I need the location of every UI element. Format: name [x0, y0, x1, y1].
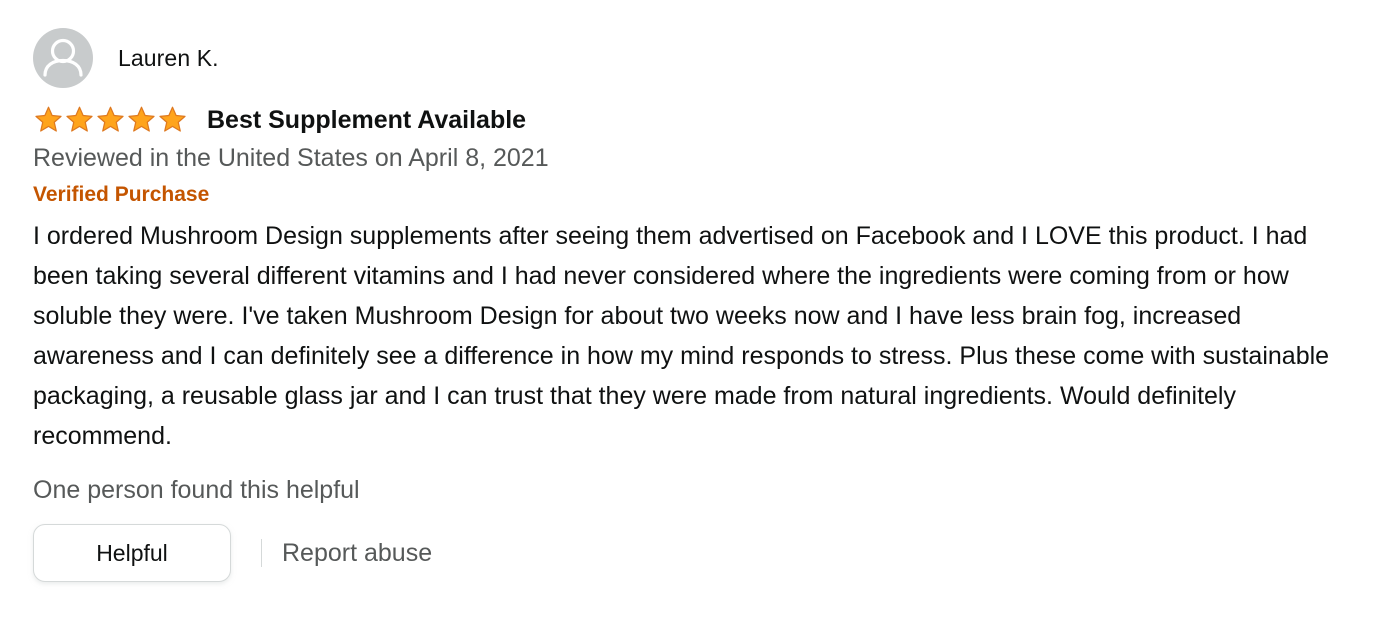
review-title-row: Best Supplement Available — [33, 102, 1353, 138]
star-rating[interactable] — [33, 104, 188, 136]
helpful-button[interactable]: Helpful — [33, 524, 231, 582]
review-actions: Helpful Report abuse — [33, 524, 1353, 582]
star-icon — [128, 106, 155, 132]
reviewer-name[interactable]: Lauren K. — [118, 45, 219, 72]
verified-purchase-badge[interactable]: Verified Purchase — [33, 182, 1353, 208]
star-icon — [97, 106, 124, 132]
review-title[interactable]: Best Supplement Available — [207, 106, 526, 135]
review-body: I ordered Mushroom Design supplements af… — [33, 222, 1330, 450]
star-icon — [159, 106, 186, 132]
default-profile-icon[interactable] — [33, 28, 93, 88]
action-divider — [261, 539, 262, 567]
star-icon — [66, 106, 93, 132]
review-date: Reviewed in the United States on April 8… — [33, 144, 549, 172]
star-icon — [35, 106, 62, 132]
report-abuse-link[interactable]: Report abuse — [282, 539, 432, 568]
reviewer-profile[interactable]: Lauren K. — [33, 28, 1353, 88]
review-card: Lauren K. Best Supplement Available Revi… — [33, 28, 1353, 582]
helpful-count: One person found this helpful — [33, 476, 360, 504]
